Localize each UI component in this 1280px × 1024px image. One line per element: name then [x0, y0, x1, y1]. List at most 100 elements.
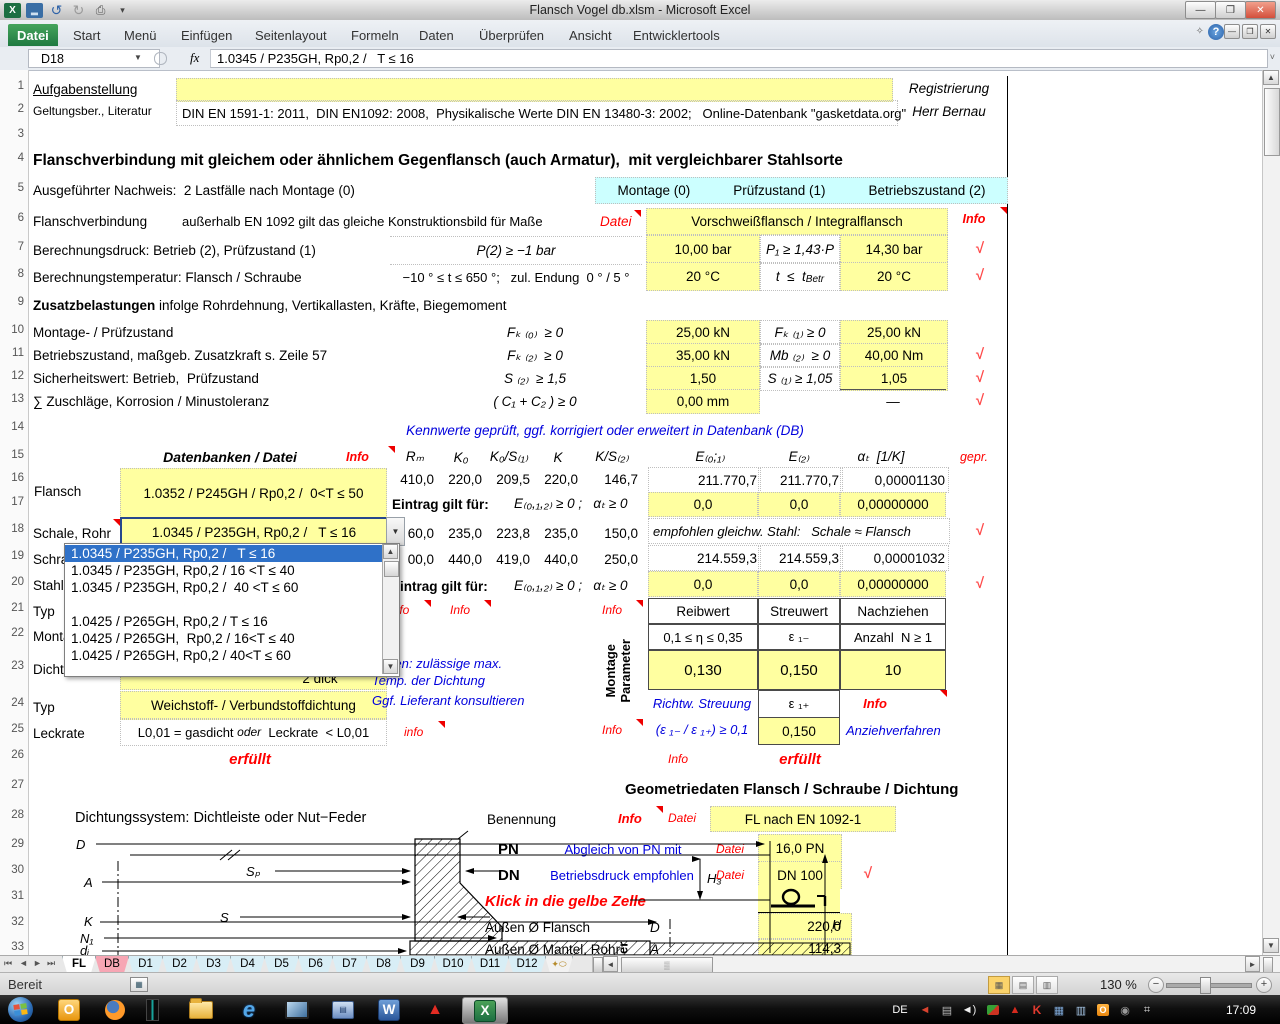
sheet-tab-d7[interactable]: D7	[332, 956, 367, 973]
sheet-tab-d3[interactable]: D3	[196, 956, 231, 973]
dropdown-scrollbar[interactable]: ▲ ▼	[382, 544, 399, 674]
row-number[interactable]: 11	[0, 347, 24, 359]
row-number[interactable]: 5	[0, 182, 24, 194]
restore-button[interactable]: ❐	[1215, 1, 1246, 19]
row-number[interactable]: 3	[0, 128, 24, 140]
tab-ansicht[interactable]: Ansicht	[560, 24, 621, 46]
r17-v2-cell[interactable]: 0,0	[758, 492, 840, 517]
row-number[interactable]: 2	[0, 103, 24, 115]
volume-icon[interactable]: ◄)	[960, 1002, 978, 1018]
sheet-tab-d2[interactable]: D2	[162, 956, 197, 973]
row-number[interactable]: 9	[0, 296, 24, 308]
scroll-up-icon[interactable]: ▲	[1263, 70, 1279, 85]
workbook-close-icon[interactable]: ✕	[1260, 24, 1276, 39]
kaspersky-icon[interactable]: K	[1028, 1002, 1046, 1018]
row-number[interactable]: 14	[0, 421, 24, 433]
sheet-tab-db[interactable]: DB	[95, 956, 129, 973]
streuwert-cell[interactable]: 0,150	[758, 650, 840, 690]
antivirus-icon[interactable]: ▲	[1006, 1002, 1024, 1018]
scroll-down-icon[interactable]: ▼	[383, 659, 398, 674]
macro-record-icon[interactable]: ▦	[130, 977, 148, 992]
vscroll-thumb[interactable]	[1264, 88, 1280, 156]
row-number[interactable]: 17	[0, 496, 24, 508]
network-icon[interactable]: ⌗	[1138, 1002, 1156, 1018]
row-number[interactable]: 27	[0, 779, 24, 791]
scroll-left-icon[interactable]: ◄	[603, 956, 618, 972]
aufgabenstellung-input-cell[interactable]	[176, 78, 893, 102]
sheet-tab-d9[interactable]: D9	[400, 956, 435, 973]
formula-bar-expand-icon[interactable]: ˅	[1270, 52, 1275, 62]
excel-taskbar-icon[interactable]: X	[462, 997, 508, 1024]
view-normal-icon[interactable]: ▦	[988, 976, 1010, 994]
druck-pruef-cell[interactable]: 14,30 bar	[840, 235, 948, 264]
zoom-slider-thumb[interactable]	[1200, 977, 1211, 994]
hscroll-splitter-right[interactable]	[1263, 957, 1273, 973]
r10-wert1-cell[interactable]: 25,00 kN	[646, 320, 760, 345]
info-link-r21b[interactable]: Info	[450, 602, 480, 618]
r12-wert2-cell[interactable]: 1,05	[840, 366, 948, 391]
info-link-r6[interactable]: Info	[948, 210, 1000, 228]
row-number[interactable]: 30	[0, 864, 24, 876]
row-number[interactable]: 21	[0, 602, 24, 614]
internet-explorer-icon[interactable]: e	[232, 997, 266, 1022]
dropdown-item[interactable]	[65, 596, 387, 613]
dichtungsart-cell[interactable]: Weichstoff- / Verbundstoffdichtung	[120, 691, 387, 720]
journal-tray-icon[interactable]: ▥	[1072, 1002, 1090, 1018]
remote-desktop-icon[interactable]	[280, 997, 314, 1022]
flansch-material-cell[interactable]: 1.0352 / P245GH / Rp0,2 / 0<T ≤ 50	[120, 468, 387, 518]
r11-wert2-cell[interactable]: 40,00 Nm	[840, 343, 948, 368]
dropdown-item[interactable]: 1.0425 / P265GH, Rp0,2 / 16<T ≤ 40	[65, 630, 387, 647]
workbook-restore-icon[interactable]: ❐	[1242, 24, 1258, 39]
sheet-tab-d5[interactable]: D5	[264, 956, 299, 973]
info-link-r28[interactable]: Info	[618, 810, 652, 826]
tab-menue[interactable]: Menü	[115, 24, 166, 46]
close-button[interactable]: ✕	[1245, 1, 1276, 19]
r12-wert1-cell[interactable]: 1,50	[646, 366, 760, 391]
sheet-tab-d6[interactable]: D6	[298, 956, 333, 973]
r20-v3-cell[interactable]: 0,00000000	[840, 571, 946, 597]
row-number[interactable]: 15	[0, 449, 24, 461]
reibwert-cell[interactable]: 0,130	[648, 650, 758, 690]
r13-wert1-cell[interactable]: 0,00 mm	[646, 389, 760, 414]
tray-language[interactable]: DE	[888, 1002, 912, 1018]
row-number[interactable]: 10	[0, 324, 24, 336]
row-number[interactable]: 18	[0, 523, 24, 535]
view-pagebreak-icon[interactable]: ▥	[1036, 976, 1058, 994]
r17-v1-cell[interactable]: 0,0	[648, 492, 758, 517]
minimize-button[interactable]: —	[1185, 1, 1216, 19]
media-app-icon[interactable]	[142, 997, 162, 1022]
ribbon-collapse-icon[interactable]: ✧	[1196, 26, 1204, 37]
row-number[interactable]: 8	[0, 268, 24, 280]
explorer-icon[interactable]	[184, 997, 218, 1022]
help-icon[interactable]: ?	[1208, 24, 1224, 40]
speaker-muted-icon[interactable]: ◄	[916, 1002, 934, 1018]
tab-ueberpruefen[interactable]: Überprüfen	[470, 24, 553, 46]
zoom-level[interactable]: 130 %	[1100, 977, 1137, 992]
word-icon[interactable]: W	[372, 997, 406, 1022]
info-link-r25a[interactable]: info	[404, 724, 432, 740]
row-number[interactable]: 1	[0, 80, 24, 92]
row-number[interactable]: 23	[0, 660, 24, 672]
info-link-r15[interactable]: Info	[346, 448, 380, 466]
row-number[interactable]: 31	[0, 890, 24, 902]
row-number[interactable]: 16	[0, 472, 24, 484]
dropdown-item[interactable]: 1.0345 / P235GH, Rp0,2 / 40 <T ≤ 60	[65, 579, 387, 596]
vertical-scrollbar[interactable]: ▲ ▼	[1262, 70, 1280, 955]
sheet-tab-d11[interactable]: D11	[471, 956, 509, 973]
r11-wert1-cell[interactable]: 35,00 kN	[646, 343, 760, 368]
firefox-icon[interactable]	[98, 997, 132, 1022]
tab-nav-last-icon[interactable]: ⏭	[47, 958, 55, 969]
view-layout-icon[interactable]: ▤	[1012, 976, 1034, 994]
start-button[interactable]	[8, 997, 33, 1022]
tab-einfuegen[interactable]: Einfügen	[172, 24, 241, 46]
tab-nav-first-icon[interactable]: ⏮	[4, 958, 12, 969]
tab-formeln[interactable]: Formeln	[342, 24, 408, 46]
orange-app-icon[interactable]: O	[1094, 1002, 1112, 1018]
fax-tray-icon[interactable]: ▦	[1050, 1002, 1068, 1018]
row-number[interactable]: 22	[0, 627, 24, 639]
r10-wert2-cell[interactable]: 25,00 kN	[840, 320, 948, 345]
dropdown-button[interactable]: ▼	[386, 517, 405, 546]
adobe-reader-icon[interactable]: ▲	[418, 997, 452, 1022]
workbook-minimize-icon[interactable]: —	[1224, 24, 1240, 39]
row-number[interactable]: 32	[0, 916, 24, 928]
